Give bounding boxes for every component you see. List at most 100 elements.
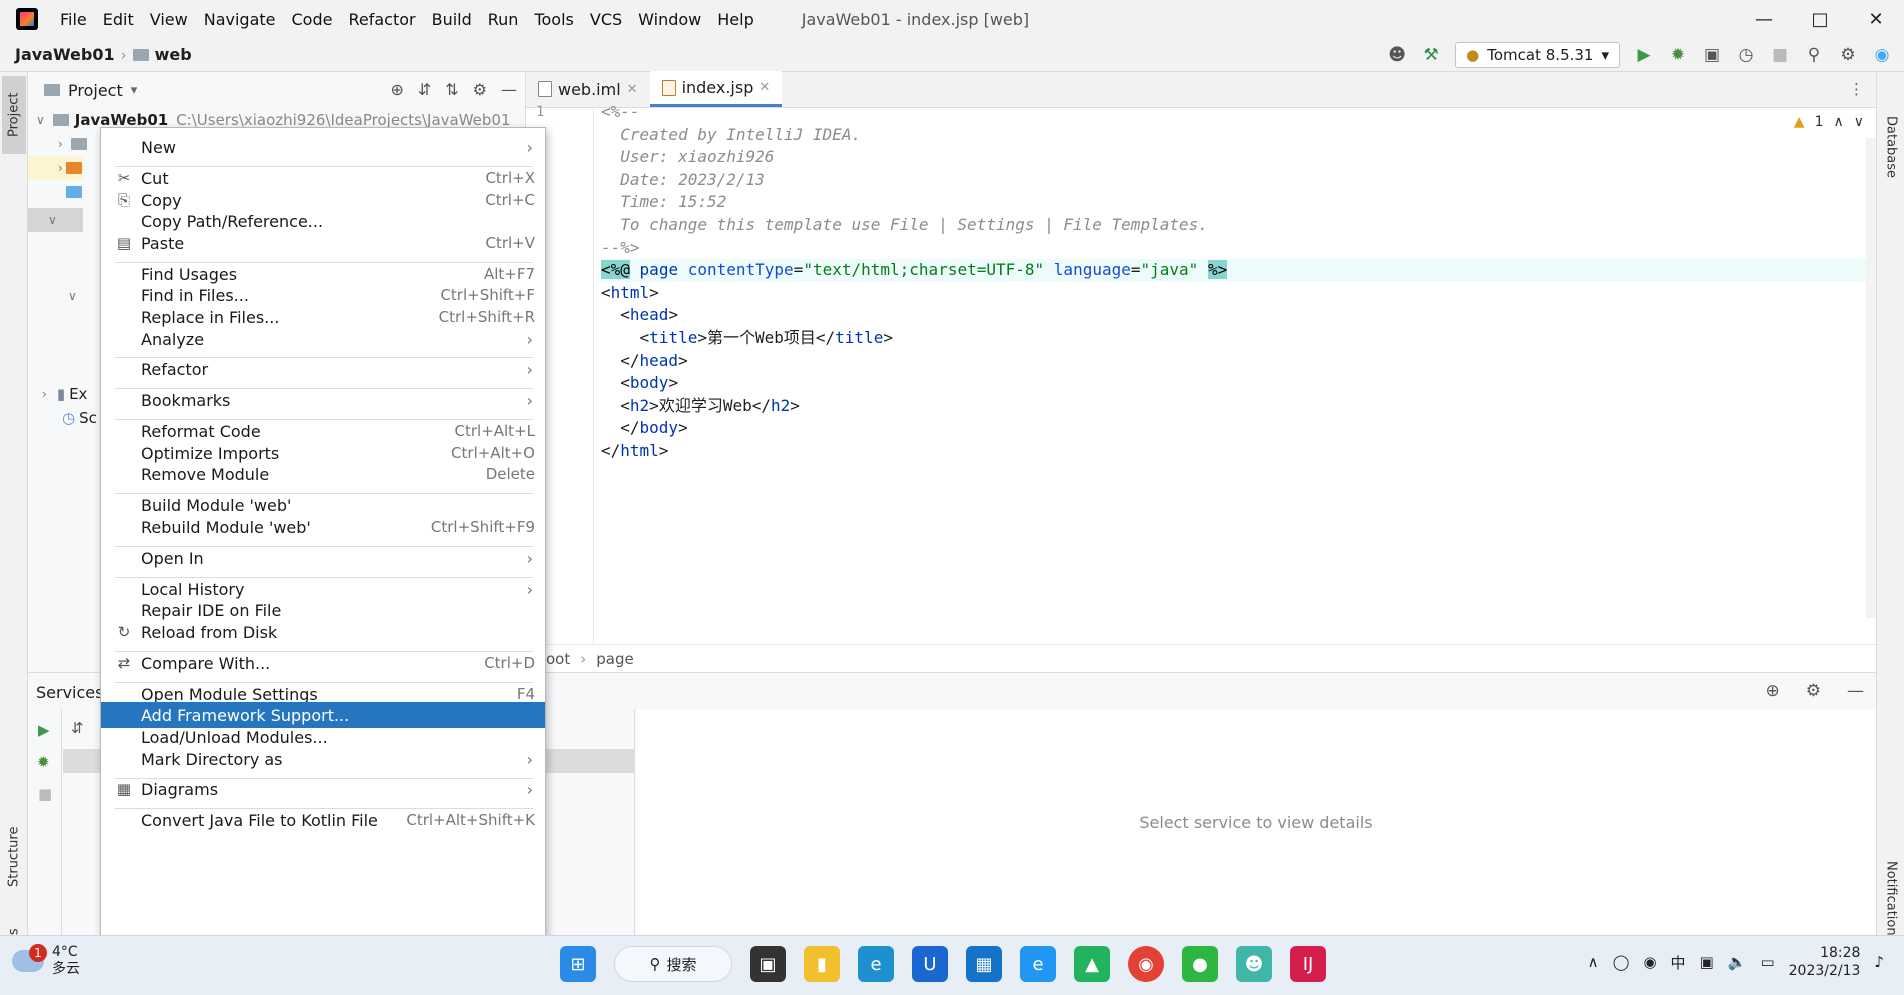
run-icon[interactable]: ▶ — [1634, 45, 1654, 65]
tree-row[interactable]: ∨ — [68, 284, 77, 308]
menu-item-remove-module[interactable]: Remove Module Delete — [101, 461, 545, 487]
ime-indicator[interactable]: 中 — [1671, 952, 1686, 973]
taskbar-search[interactable]: ⚲ 搜索 — [614, 946, 732, 982]
breadcrumb-item[interactable]: oot — [546, 650, 570, 668]
folder-excluded-icon — [66, 162, 82, 174]
app-avatar-icon[interactable]: ☻ — [1236, 946, 1272, 982]
expand-all-icon[interactable]: ⇵ — [71, 719, 84, 737]
editor-scrollbar[interactable] — [1866, 138, 1876, 618]
menu-item-new[interactable]: New › — [101, 134, 545, 160]
chevron-up-icon[interactable]: ∧ — [1834, 114, 1844, 130]
menu-edit[interactable]: Edit — [95, 10, 142, 29]
menu-item-diagrams[interactable]: ▦ Diagrams › — [101, 776, 545, 802]
tool-tab-project[interactable]: Project — [2, 76, 26, 154]
ie-browser-icon[interactable]: e — [1020, 946, 1056, 982]
edge-browser-icon[interactable]: e — [858, 946, 894, 982]
file-explorer-icon[interactable]: ▮ — [804, 946, 840, 982]
menu-vcs[interactable]: VCS — [582, 10, 630, 29]
settings-gear-icon[interactable]: ⚙ — [1838, 45, 1858, 65]
collapse-all-icon[interactable]: ⇅ — [445, 80, 458, 99]
menu-tools[interactable]: Tools — [526, 10, 581, 29]
menu-item-paste[interactable]: ▤ Paste Ctrl+V — [101, 230, 545, 256]
locate-icon[interactable]: ⊕ — [390, 80, 403, 99]
hide-panel-icon[interactable]: — — [501, 80, 517, 99]
user-icon[interactable]: ☻ — [1387, 45, 1407, 65]
menu-view[interactable]: View — [142, 10, 196, 29]
microsoft-store-icon[interactable]: ▦ — [966, 946, 1002, 982]
tree-row[interactable] — [66, 156, 82, 180]
tree-row[interactable] — [66, 180, 82, 204]
taskbar-clock[interactable]: 18:28 2023/2/13 — [1789, 944, 1861, 980]
debug-icon[interactable]: ✹ — [1668, 45, 1688, 65]
close-tab-icon[interactable]: ✕ — [759, 80, 770, 95]
menu-item-bookmarks[interactable]: Bookmarks › — [101, 387, 545, 413]
jetbrains-logo-icon[interactable]: ◉ — [1872, 45, 1892, 65]
menu-refactor[interactable]: Refactor — [340, 10, 423, 29]
menu-item-mark-directory-as[interactable]: Mark Directory as › — [101, 746, 545, 772]
menu-file[interactable]: File — [52, 10, 95, 29]
hide-panel-icon[interactable]: — — [1847, 681, 1864, 701]
profile-icon[interactable]: ◷ — [1736, 45, 1756, 65]
code-area[interactable]: <%-- Created by IntelliJ IDEA. User: xia… — [601, 102, 1876, 644]
tree-row[interactable]: › — [58, 132, 87, 156]
minimize-icon[interactable]: — — [1736, 0, 1792, 38]
menu-run[interactable]: Run — [480, 10, 527, 29]
menu-help[interactable]: Help — [709, 10, 761, 29]
windows-start-icon[interactable]: ⊞ — [560, 946, 596, 982]
security-shield-icon[interactable]: ◉ — [1643, 953, 1656, 971]
weather-widget[interactable]: 1 4°C 多云 — [12, 944, 80, 978]
app-green-icon[interactable]: ▲ — [1074, 946, 1110, 982]
menu-item-reload-from-disk[interactable]: ↻ Reload from Disk — [101, 619, 545, 645]
close-tab-icon[interactable]: ✕ — [627, 82, 638, 97]
notification-bell-icon[interactable]: ♪ — [1874, 953, 1884, 971]
menu-item-rebuild-module-web[interactable]: Rebuild Module 'web' Ctrl+Shift+F9 — [101, 514, 545, 540]
menu-code[interactable]: Code — [284, 10, 341, 29]
breadcrumb-item[interactable]: page — [596, 650, 633, 668]
volume-muted-icon[interactable]: 🔈 — [1728, 953, 1747, 971]
menu-item-refactor[interactable]: Refactor › — [101, 356, 545, 382]
menu-item-open-in[interactable]: Open In › — [101, 545, 545, 571]
chevron-down-icon[interactable]: ▾ — [131, 83, 138, 98]
menu-item-analyze[interactable]: Analyze › — [101, 326, 545, 352]
tree-row-scratches[interactable]: ◷ Sc — [62, 406, 97, 430]
menu-build[interactable]: Build — [424, 10, 480, 29]
stop-icon[interactable]: ■ — [1770, 45, 1790, 65]
settings-gear-icon[interactable]: ⚙ — [473, 80, 487, 99]
run-icon[interactable]: ▶ — [38, 721, 50, 739]
settings-gear-icon[interactable]: ⚙ — [1806, 681, 1821, 701]
tree-row-selected[interactable]: ∨ — [28, 208, 83, 232]
project-panel-title[interactable]: Project — [68, 81, 123, 100]
debug-icon[interactable]: ✹ — [37, 753, 50, 771]
coverage-icon[interactable]: ▣ — [1702, 45, 1722, 65]
maximize-icon[interactable]: □ — [1792, 0, 1848, 38]
menu-window[interactable]: Window — [630, 10, 709, 29]
chevron-down-icon[interactable]: ∨ — [1854, 114, 1864, 130]
menu-item-compare-with[interactable]: ⇄ Compare With... Ctrl+D — [101, 650, 545, 676]
build-hammer-icon[interactable]: ⚒ — [1421, 45, 1441, 65]
qq-icon[interactable]: ◯ — [1613, 953, 1630, 971]
breadcrumb-project[interactable]: JavaWeb01 — [0, 45, 121, 64]
task-view-icon[interactable]: ▣ — [750, 946, 786, 982]
run-configuration-select[interactable]: ● Tomcat 8.5.31 ▾ — [1455, 42, 1620, 68]
locate-icon[interactable]: ⊕ — [1766, 681, 1780, 701]
battery-icon[interactable]: ▭ — [1760, 953, 1774, 971]
menu-item-convert-java-file-to-kotlin-file[interactable]: Convert Java File to Kotlin File Ctrl+Alt… — [101, 807, 545, 833]
tool-tab-structure[interactable]: Structure — [2, 812, 26, 902]
close-icon[interactable]: ✕ — [1848, 0, 1904, 38]
search-icon[interactable]: ⚲ — [1804, 45, 1824, 65]
more-tabs-icon[interactable]: ⋮ — [1849, 80, 1864, 98]
tree-row-external-libraries[interactable]: › ▮ Ex — [42, 382, 87, 406]
stop-icon[interactable]: ■ — [38, 785, 52, 803]
network-icon[interactable]: ▣ — [1700, 953, 1714, 971]
app-blue-icon[interactable]: U — [912, 946, 948, 982]
breadcrumb-module[interactable]: web — [127, 45, 198, 64]
chrome-icon[interactable]: ◉ — [1128, 946, 1164, 982]
menu-navigate[interactable]: Navigate — [196, 10, 284, 29]
intellij-taskbar-icon[interactable]: IJ — [1290, 946, 1326, 982]
inspection-widget[interactable]: ▲ 1 ∧ ∨ — [1794, 114, 1864, 130]
code-editor[interactable]: 1 <%-- Created by IntelliJ IDEA. User: x… — [526, 102, 1876, 644]
tool-tab-database[interactable]: Database — [1879, 102, 1903, 192]
wechat-icon[interactable]: ● — [1182, 946, 1218, 982]
expand-all-icon[interactable]: ⇵ — [418, 80, 431, 99]
chevron-up-icon[interactable]: ∧ — [1588, 953, 1599, 971]
